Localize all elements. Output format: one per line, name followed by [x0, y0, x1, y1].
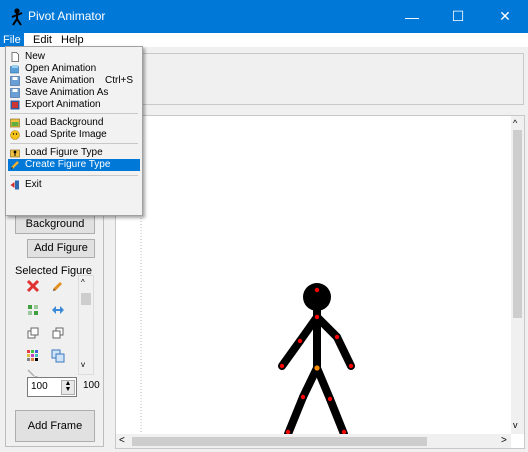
open-icon: [10, 65, 19, 74]
stepper-arrows-icon[interactable]: ▲ ▼: [61, 380, 75, 395]
figure-size-value[interactable]: 100: [31, 381, 48, 392]
menu-edit[interactable]: Edit: [30, 33, 55, 47]
menu-item-label: Open Animation: [25, 63, 97, 74]
frames-strip: [141, 53, 524, 105]
menu-item-export-animation[interactable]: Export Animation: [8, 99, 140, 111]
menu-item-label: Save Animation: [25, 75, 95, 86]
canvas-vscroll-thumb[interactable]: [513, 130, 522, 318]
duplicate-icon[interactable]: [51, 349, 65, 363]
menu-item-label: Load Figure Type: [25, 147, 103, 158]
menu-item-label: Save Animation As: [25, 87, 109, 98]
menu-item-save-animation-as[interactable]: Save Animation As: [8, 87, 140, 99]
new-file-icon: [11, 52, 19, 62]
menu-item-load-figure-type[interactable]: Load Figure Type: [8, 147, 140, 159]
close-button[interactable]: ✕: [482, 0, 528, 33]
menu-item-label: New: [25, 51, 46, 62]
canvas-scroll-down-icon[interactable]: v: [513, 420, 518, 430]
menu-item-label: Load Sprite Image: [25, 129, 107, 140]
menu-bar: File Edit Help: [0, 33, 528, 47]
window-title: Pivot Animator: [28, 9, 106, 23]
front-icon[interactable]: [26, 326, 40, 340]
scroll-down-arrow-icon[interactable]: v: [81, 360, 85, 369]
app-stickman-icon: [11, 8, 23, 26]
canvas-vertical-scrollbar[interactable]: ^ v: [511, 116, 524, 434]
pencil-icon: [11, 161, 19, 169]
scroll-up-arrow-icon[interactable]: ^: [81, 278, 85, 287]
color-palette-icon[interactable]: [26, 349, 40, 363]
background-icon: [10, 118, 20, 128]
menu-item-shortcut: Ctrl+S: [105, 75, 134, 86]
back-icon[interactable]: [51, 326, 65, 340]
figure-center-joint[interactable]: [314, 365, 320, 371]
menu-item-new[interactable]: New: [8, 51, 140, 63]
menu-file[interactable]: File: [0, 33, 24, 47]
menu-item-exit[interactable]: Exit: [8, 179, 140, 191]
menu-separator: [10, 113, 138, 114]
save-as-icon: [10, 88, 20, 98]
animation-canvas[interactable]: ^ v < >: [115, 115, 525, 449]
menu-item-save-animation[interactable]: Save Animation Ctrl+S: [8, 75, 140, 87]
canvas-horizontal-scrollbar[interactable]: < >: [116, 434, 511, 448]
speed-value: 100: [83, 380, 100, 391]
menu-item-label: Export Animation: [25, 99, 101, 110]
canvas-scroll-up-icon[interactable]: ^: [513, 118, 517, 128]
menu-separator: [10, 143, 138, 144]
add-figure-button[interactable]: Add Figure: [27, 239, 95, 258]
menu-separator: [10, 175, 138, 176]
background-button[interactable]: Background: [15, 215, 95, 234]
flip-icon[interactable]: [51, 303, 65, 317]
figure-list-scrollbar[interactable]: ^ v: [78, 275, 94, 375]
figure-size-stepper[interactable]: 100 ▲ ▼: [27, 377, 77, 397]
menu-item-label: Load Background: [25, 117, 104, 128]
menu-item-load-sprite-image[interactable]: Load Sprite Image: [8, 129, 140, 141]
export-icon: [10, 100, 20, 110]
menu-help[interactable]: Help: [58, 33, 87, 47]
file-menu-dropdown: New Open Animation Save Animation Ctrl+S…: [5, 46, 143, 216]
canvas-scroll-right-icon[interactable]: >: [501, 435, 507, 446]
menu-item-label: Create Figure Type: [25, 159, 111, 170]
save-icon: [10, 76, 20, 86]
menu-item-open-animation[interactable]: Open Animation: [8, 63, 140, 75]
delete-icon[interactable]: [26, 279, 40, 293]
resize-icon[interactable]: [26, 303, 40, 317]
add-frame-button[interactable]: Add Frame: [15, 410, 95, 442]
sprite-icon: [10, 130, 20, 140]
canvas-hscroll-thumb[interactable]: [132, 437, 427, 446]
figure-head[interactable]: [303, 283, 331, 311]
title-bar: Pivot Animator — ☐ ✕: [0, 0, 528, 33]
canvas-scroll-left-icon[interactable]: <: [119, 435, 125, 446]
menu-item-label: Exit: [25, 179, 42, 190]
minimize-button[interactable]: —: [389, 0, 435, 33]
scroll-thumb[interactable]: [81, 293, 91, 305]
pencil-icon[interactable]: [51, 279, 65, 293]
menu-item-load-background[interactable]: Load Background: [8, 117, 140, 129]
figure-type-icon: [10, 149, 20, 158]
maximize-button[interactable]: ☐: [435, 0, 481, 33]
canvas-drawing[interactable]: [116, 116, 511, 434]
menu-item-create-figure-type[interactable]: Create Figure Type: [8, 159, 140, 171]
exit-icon: [10, 180, 19, 190]
